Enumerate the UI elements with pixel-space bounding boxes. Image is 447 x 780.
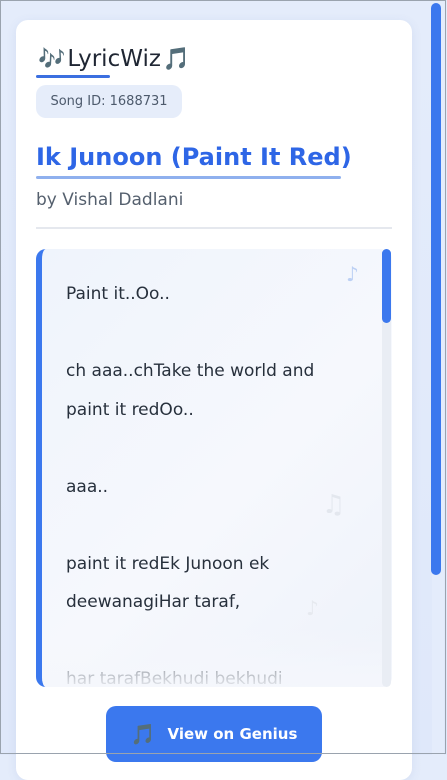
lyrics-blank-line: [66, 314, 366, 353]
brand-underline: [36, 75, 110, 78]
song-id-badge: Song ID: 1688731: [36, 85, 182, 118]
lyrics-line: aaa..: [66, 476, 109, 497]
lyrics-line: ch aaa..chTake the world and: [66, 361, 315, 381]
music-note-decoration-icon: ♪: [346, 262, 359, 286]
lyrics-line: Paint it..Oo..: [66, 284, 170, 304]
title-underline: [36, 176, 341, 179]
lyrics-fade: [42, 627, 392, 687]
lyrics-line: deewanagiHar taraf,: [66, 592, 241, 612]
music-note-icon: 🎵: [130, 722, 156, 746]
view-on-genius-label: View on Genius: [167, 725, 298, 743]
lyrics-blank-line: [66, 506, 366, 545]
brand-logo: 🎶 LyricWiz 🎵: [38, 42, 190, 76]
music-notes-decoration-icon: ♫: [322, 490, 346, 520]
music-note-faint-icon: ♪: [306, 596, 319, 620]
lyrics-text: Paint it..Oo.. ch aaa..chTake the world a…: [66, 275, 366, 687]
page-scrollbar-thumb[interactable]: [431, 3, 441, 575]
view-on-genius-button[interactable]: 🎵 View on Genius: [106, 706, 322, 762]
lyrics-blank-line: [66, 429, 366, 468]
music-notes-icon: 🎶: [38, 46, 66, 72]
song-title: Ik Junoon (Paint It Red): [36, 143, 352, 171]
music-note-icon: 🎵: [162, 46, 191, 72]
lyrics-scrollbar-thumb[interactable]: [382, 249, 391, 323]
lyrics-line: paint it redEk Junoon ek: [66, 553, 270, 574]
divider: [36, 227, 392, 229]
lyrics-line: paint it redOo..: [66, 399, 194, 420]
lyrics-panel[interactable]: Paint it..Oo.. ch aaa..chTake the world a…: [36, 249, 392, 687]
song-artist: by Vishal Dadlani: [36, 190, 184, 210]
brand-name: LyricWiz: [67, 46, 161, 72]
